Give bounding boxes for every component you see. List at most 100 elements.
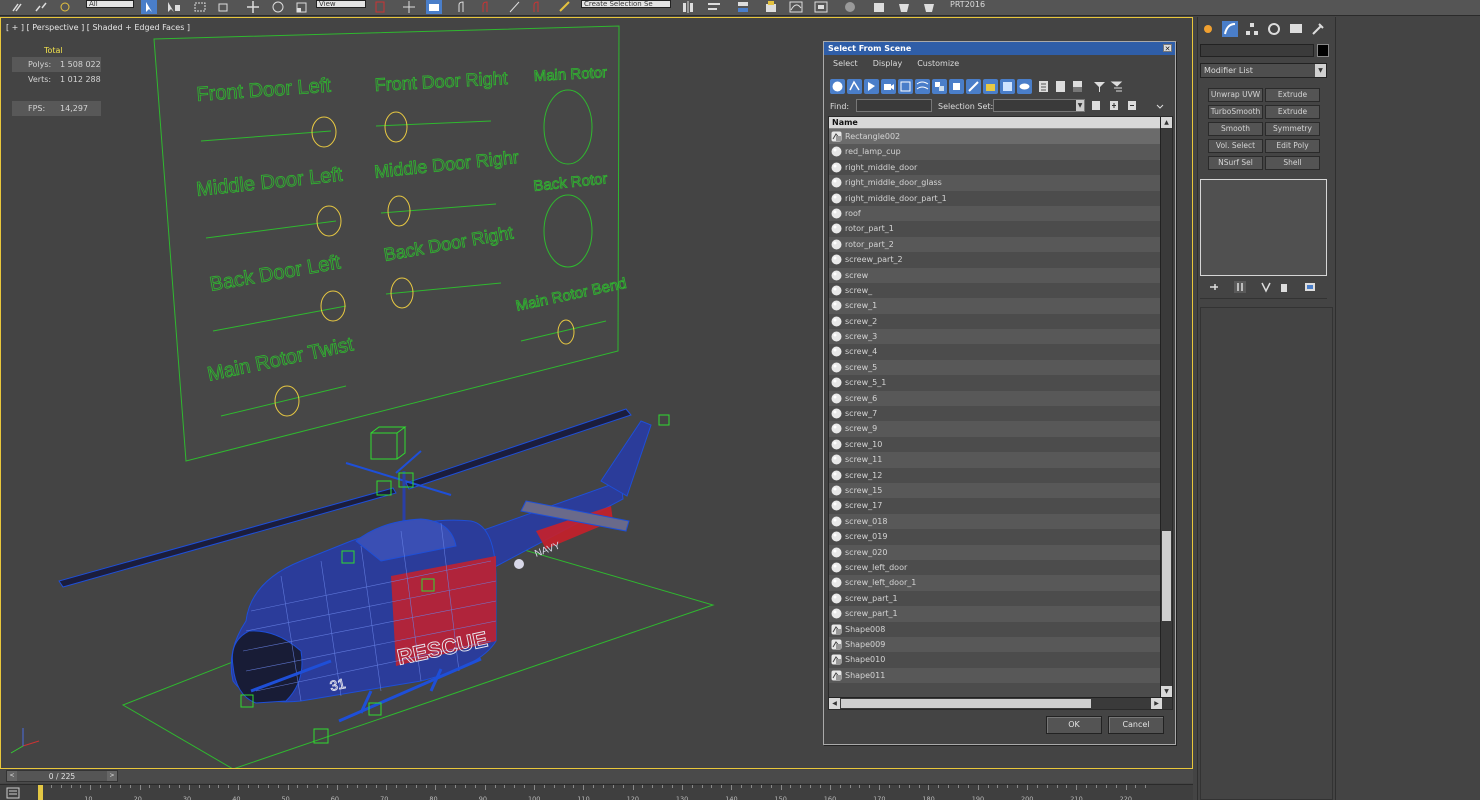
display-cameras-icon[interactable] — [881, 79, 896, 94]
scale-icon[interactable] — [294, 0, 310, 14]
scene-object-row[interactable]: right_middle_door — [829, 160, 1161, 175]
display-helpers-icon[interactable] — [898, 79, 913, 94]
scene-object-row[interactable]: Rectangle002 — [829, 129, 1161, 145]
dialog-title-bar[interactable]: Select From Scene ✕ — [824, 42, 1175, 55]
rotate-icon[interactable] — [270, 0, 286, 14]
layer-manager-icon[interactable] — [735, 0, 751, 14]
modifier-button-extrude[interactable]: Extrude — [1265, 88, 1320, 102]
align-icon[interactable] — [706, 0, 722, 14]
horizontal-scrollbar[interactable]: ◀ ▶ — [829, 697, 1172, 709]
scene-object-row[interactable]: screw_5_1 — [829, 375, 1161, 390]
motion-tab-icon[interactable] — [1266, 21, 1282, 37]
scene-object-row[interactable]: rotor_part_1 — [829, 221, 1161, 236]
percent-snap-icon[interactable] — [507, 0, 523, 14]
reference-coordinate-dropdown[interactable]: View — [316, 0, 366, 8]
scene-object-row[interactable]: screw_12 — [829, 468, 1161, 483]
modifier-button-unwrap-uvw[interactable]: Unwrap UVW — [1208, 88, 1263, 102]
render-production-icon[interactable] — [921, 0, 937, 14]
remove-from-set-icon[interactable] — [1126, 99, 1138, 112]
window-crossing-icon[interactable] — [216, 0, 232, 14]
scene-object-row[interactable]: screw — [829, 267, 1161, 283]
current-frame-marker[interactable] — [38, 785, 43, 800]
add-to-set-icon[interactable] — [1108, 99, 1120, 112]
scene-object-row[interactable]: screw_17 — [829, 498, 1161, 513]
display-spacewarps-icon[interactable] — [915, 79, 930, 94]
viewport-label[interactable]: [ + ] [ Perspective ] [ Shaded + Edged F… — [6, 23, 190, 32]
schematic-view-icon[interactable] — [813, 0, 829, 14]
curve-editor-icon[interactable] — [788, 0, 804, 14]
display-groups-icon[interactable] — [932, 79, 947, 94]
time-slider[interactable]: < 0 / 225 > — [6, 770, 118, 782]
display-xrefs-icon[interactable] — [949, 79, 964, 94]
display-containers-icon[interactable] — [983, 79, 998, 94]
scene-object-row[interactable]: screw_020 — [829, 544, 1161, 560]
horizontal-scroll-thumb[interactable] — [841, 699, 1091, 708]
scroll-left-icon[interactable]: ◀ — [829, 698, 840, 709]
make-unique-icon[interactable] — [1260, 281, 1272, 293]
find-input[interactable] — [856, 99, 932, 112]
scene-object-row[interactable]: screw_10 — [829, 437, 1161, 452]
bind-spacewarp-icon[interactable] — [57, 0, 73, 14]
pivot-icon[interactable] — [373, 0, 389, 14]
display-tab-icon[interactable] — [1288, 21, 1304, 37]
scene-object-row[interactable]: Shape011 — [829, 667, 1161, 684]
edit-named-selection-icon[interactable] — [557, 0, 573, 14]
selection-filter-dropdown[interactable]: All — [86, 0, 134, 8]
scene-object-row[interactable]: screew_part_2 — [829, 252, 1161, 267]
modifier-button-vol-select[interactable]: Vol. Select — [1208, 139, 1263, 153]
filter-icon[interactable] — [1092, 79, 1107, 94]
display-geometry-icon[interactable] — [830, 79, 845, 94]
scene-object-row[interactable]: Shape010 — [829, 652, 1161, 667]
create-tab-icon[interactable] — [1200, 21, 1216, 37]
display-frozen-icon[interactable] — [1000, 79, 1015, 94]
configure-modifier-sets-icon[interactable] — [1304, 281, 1316, 293]
scene-object-row[interactable]: screw_left_door_1 — [829, 575, 1161, 591]
mirror-icon[interactable] — [680, 0, 696, 14]
prev-frame-button[interactable]: < — [7, 771, 17, 781]
scene-object-row[interactable]: right_middle_door_part_1 — [829, 191, 1161, 206]
display-invert-icon[interactable] — [1070, 79, 1085, 94]
snaps-toggle-icon[interactable] — [456, 0, 472, 14]
scene-object-row[interactable]: right_middle_door_glass — [829, 175, 1161, 191]
scene-object-row[interactable]: screw_left_door — [829, 560, 1161, 575]
object-color-swatch[interactable] — [1317, 44, 1329, 57]
scene-object-row[interactable]: Shape008 — [829, 622, 1161, 637]
scene-object-row[interactable]: screw_7 — [829, 406, 1161, 421]
chevron-down-icon[interactable]: ▼ — [1315, 64, 1326, 77]
scene-object-row[interactable]: screw_3 — [829, 329, 1161, 345]
modifier-button-turbosmooth[interactable]: TurboSmooth — [1208, 105, 1263, 119]
modifier-list-dropdown[interactable]: Modifier List ▼ — [1200, 63, 1327, 78]
cancel-button[interactable]: Cancel — [1108, 716, 1164, 734]
angle-snap-icon[interactable] — [480, 0, 496, 14]
hierarchy-tab-icon[interactable] — [1244, 21, 1260, 37]
scene-object-row[interactable]: screw_018 — [829, 513, 1161, 530]
scene-object-row[interactable]: screw_9 — [829, 421, 1161, 437]
scene-object-row[interactable]: roof — [829, 205, 1161, 222]
remove-modifier-icon[interactable] — [1278, 281, 1290, 293]
keyboard-shortcut-override-icon[interactable] — [426, 0, 442, 14]
display-hidden-icon[interactable] — [1017, 79, 1032, 94]
select-set-members-icon[interactable] — [1090, 99, 1102, 112]
close-icon[interactable]: ✕ — [1163, 44, 1172, 53]
scene-object-row[interactable]: screw_019 — [829, 529, 1161, 544]
modifier-button-edit-poly[interactable]: Edit Poly — [1265, 139, 1320, 153]
move-icon[interactable] — [245, 0, 261, 14]
dialog-options-chevron-icon[interactable] — [1154, 99, 1166, 112]
selection-set-dropdown[interactable]: ▼ — [993, 99, 1085, 112]
select-object-icon[interactable] — [141, 0, 157, 14]
render-frame-icon[interactable] — [896, 0, 912, 14]
scene-object-row[interactable]: screw_1 — [829, 298, 1161, 314]
modifier-button-nsurf-sel[interactable]: NSurf Sel — [1208, 156, 1263, 170]
utilities-tab-icon[interactable] — [1310, 21, 1326, 37]
scene-object-row[interactable]: screw_part_1 — [829, 606, 1161, 622]
scene-object-row[interactable]: screw_6 — [829, 390, 1161, 407]
modifier-button-symmetry[interactable]: Symmetry — [1265, 122, 1320, 136]
scroll-right-icon[interactable]: ▶ — [1151, 698, 1162, 709]
unlink-icon[interactable] — [33, 0, 49, 14]
scene-object-row[interactable]: screw_2 — [829, 314, 1161, 329]
graphite-tools-icon[interactable] — [763, 0, 779, 14]
vertical-scrollbar[interactable]: ▲ ▼ — [1160, 117, 1172, 697]
pin-stack-icon[interactable] — [1208, 281, 1220, 293]
menu-select[interactable]: Select — [833, 59, 858, 68]
scene-object-row[interactable]: screw_4 — [829, 344, 1161, 359]
